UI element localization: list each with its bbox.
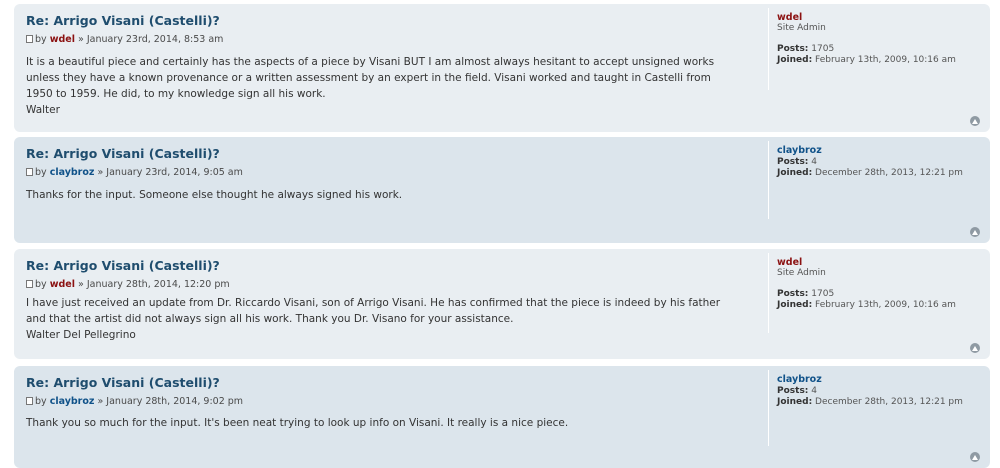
- posts-count-link[interactable]: 1705: [811, 44, 834, 54]
- joined-date: February 13th, 2009, 10:16 am: [815, 55, 956, 65]
- profile-username-link[interactable]: wdel: [777, 257, 978, 268]
- post-date: » January 23rd, 2014, 8:53 am: [78, 34, 224, 45]
- back-to-top-icon[interactable]: [970, 227, 980, 237]
- post-profile: wdel Site Admin Posts: 1705 Joined: Febr…: [768, 253, 978, 333]
- by-label: by: [35, 279, 47, 290]
- document-icon[interactable]: [26, 168, 33, 176]
- post-title-link[interactable]: Re: Arrigo Visani (Castelli)?: [26, 375, 220, 390]
- joined-date: December 28th, 2013, 12:21 pm: [815, 168, 963, 178]
- joined-date: February 13th, 2009, 10:16 am: [815, 300, 956, 310]
- content-line: and that the artist did not always sign …: [26, 313, 514, 325]
- back-to-top-icon[interactable]: [970, 452, 980, 462]
- joined-label: Joined:: [777, 55, 813, 65]
- profile-stats: Posts: 1705 Joined: February 13th, 2009,…: [777, 44, 978, 66]
- post-title-link[interactable]: Re: Arrigo Visani (Castelli)?: [26, 146, 220, 161]
- post-meta: by wdel » January 28th, 2014, 12:20 pm: [26, 279, 230, 290]
- post-content: I have just received an update from Dr. …: [26, 295, 766, 343]
- post-date: » January 28th, 2014, 12:20 pm: [78, 279, 230, 290]
- back-to-top-icon[interactable]: [970, 343, 980, 353]
- posts-label: Posts:: [777, 289, 809, 299]
- profile-stats: Posts: 1705 Joined: February 13th, 2009,…: [777, 289, 978, 311]
- profile-stats: Posts: 4 Joined: December 28th, 2013, 12…: [777, 157, 978, 179]
- document-icon[interactable]: [26, 397, 33, 405]
- joined-label: Joined:: [777, 300, 813, 310]
- content-line: Thank you so much for the input. It's be…: [26, 417, 569, 429]
- joined-date: December 28th, 2013, 12:21 pm: [815, 397, 963, 407]
- content-line: I have just received an update from Dr. …: [26, 297, 721, 309]
- post-author-link[interactable]: wdel: [50, 34, 75, 45]
- post: Re: Arrigo Visani (Castelli)? by claybro…: [14, 137, 990, 243]
- content-line: It is a beautiful piece and certainly ha…: [26, 56, 715, 68]
- profile-username-link[interactable]: claybroz: [777, 145, 978, 156]
- content-line: Walter: [26, 104, 60, 116]
- by-label: by: [35, 167, 47, 178]
- document-icon[interactable]: [26, 280, 33, 288]
- content-line: Thanks for the input. Someone else thoug…: [26, 189, 403, 201]
- joined-label: Joined:: [777, 397, 813, 407]
- profile-username-link[interactable]: claybroz: [777, 374, 978, 385]
- profile-rank: Site Admin: [777, 23, 826, 33]
- profile-username-link[interactable]: wdel: [777, 12, 978, 23]
- post: Re: Arrigo Visani (Castelli)? by wdel » …: [14, 4, 990, 132]
- post-profile: wdel Site Admin Posts: 1705 Joined: Febr…: [768, 8, 978, 90]
- post-content: It is a beautiful piece and certainly ha…: [26, 54, 766, 118]
- posts-count-link[interactable]: 4: [811, 386, 817, 396]
- post-author-link[interactable]: claybroz: [50, 396, 95, 407]
- profile-stats: Posts: 4 Joined: December 28th, 2013, 12…: [777, 386, 978, 408]
- post-title-link[interactable]: Re: Arrigo Visani (Castelli)?: [26, 258, 220, 273]
- posts-label: Posts:: [777, 44, 809, 54]
- post-author-link[interactable]: wdel: [50, 279, 75, 290]
- post: Re: Arrigo Visani (Castelli)? by wdel » …: [14, 249, 990, 359]
- content-line: 1950 to 1959. He did, to my knowledge si…: [26, 88, 326, 100]
- post-meta: by claybroz » January 28th, 2014, 9:02 p…: [26, 396, 243, 407]
- post-author-link[interactable]: claybroz: [50, 167, 95, 178]
- posts-label: Posts:: [777, 157, 809, 167]
- back-to-top-icon[interactable]: [970, 116, 980, 126]
- post-title-link[interactable]: Re: Arrigo Visani (Castelli)?: [26, 13, 220, 28]
- posts-label: Posts:: [777, 386, 809, 396]
- post-profile: claybroz Posts: 4 Joined: December 28th,…: [768, 370, 978, 446]
- post-date: » January 23rd, 2014, 9:05 am: [97, 167, 243, 178]
- post-date: » January 28th, 2014, 9:02 pm: [97, 396, 244, 407]
- document-icon[interactable]: [26, 35, 33, 43]
- joined-label: Joined:: [777, 168, 813, 178]
- by-label: by: [35, 396, 47, 407]
- profile-rank: Site Admin: [777, 268, 826, 278]
- post-content: Thank you so much for the input. It's be…: [26, 415, 766, 431]
- posts-count-link[interactable]: 1705: [811, 289, 834, 299]
- post-profile: claybroz Posts: 4 Joined: December 28th,…: [768, 141, 978, 219]
- content-line: Walter Del Pellegrino: [26, 329, 136, 341]
- posts-count-link[interactable]: 4: [811, 157, 817, 167]
- post-meta: by claybroz » January 23rd, 2014, 9:05 a…: [26, 167, 243, 178]
- by-label: by: [35, 34, 47, 45]
- post: Re: Arrigo Visani (Castelli)? by claybro…: [14, 366, 990, 468]
- content-line: unless they have a known provenance or a…: [26, 72, 711, 84]
- post-meta: by wdel » January 23rd, 2014, 8:53 am: [26, 34, 223, 45]
- post-content: Thanks for the input. Someone else thoug…: [26, 187, 766, 203]
